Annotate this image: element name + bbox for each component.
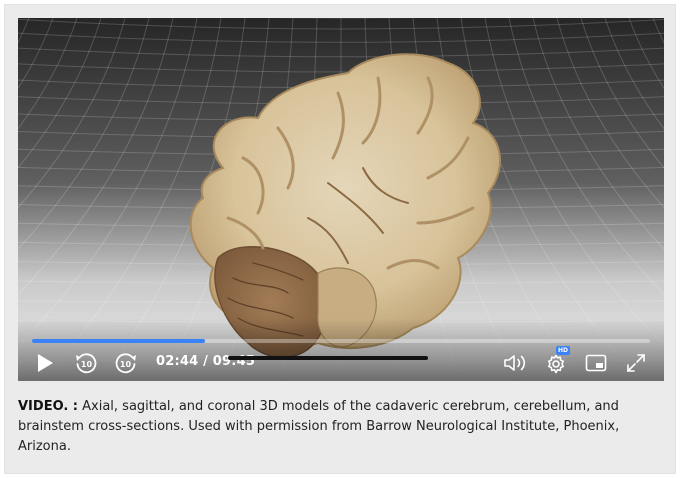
volume-icon [504,355,526,371]
play-button[interactable] [32,346,58,380]
gear-icon [548,354,564,374]
forward-10-icon: 10 [115,353,136,374]
current-time: 02:44 [156,354,199,369]
fullscreen-icon [627,354,645,372]
video-player[interactable]: 10 10 02:44 / 09:45 HD [18,18,664,381]
scrubber-handle[interactable] [228,356,428,360]
hd-badge: HD [556,346,571,355]
video-caption: VIDEO. : Axial, sagittal, and coronal 3D… [18,397,658,457]
pip-button[interactable] [582,346,610,380]
rewind-10-button[interactable]: 10 [72,346,100,380]
forward-10-button[interactable]: 10 [112,346,140,380]
caption-label: VIDEO. : [18,399,78,414]
video-frame [18,18,664,381]
play-icon [38,354,53,372]
fullscreen-button[interactable] [622,346,650,380]
volume-button[interactable] [502,346,530,380]
video-figure: 10 10 02:44 / 09:45 HD VIDEO.: Axial, s… [4,4,676,474]
progress-bar[interactable] [32,339,650,343]
rewind-10-icon: 10 [76,353,97,374]
settings-button[interactable]: HD [542,346,571,380]
control-bar: 10 10 02:44 / 09:45 HD [18,346,664,381]
picture-in-picture-icon [585,354,607,372]
time-separator: / [198,354,213,369]
forward-seconds-label: 10 [120,360,132,369]
rewind-seconds-label: 10 [81,360,93,369]
progress-fill [32,339,206,343]
caption-text: Axial, sagittal, and coronal 3D models o… [18,399,620,454]
